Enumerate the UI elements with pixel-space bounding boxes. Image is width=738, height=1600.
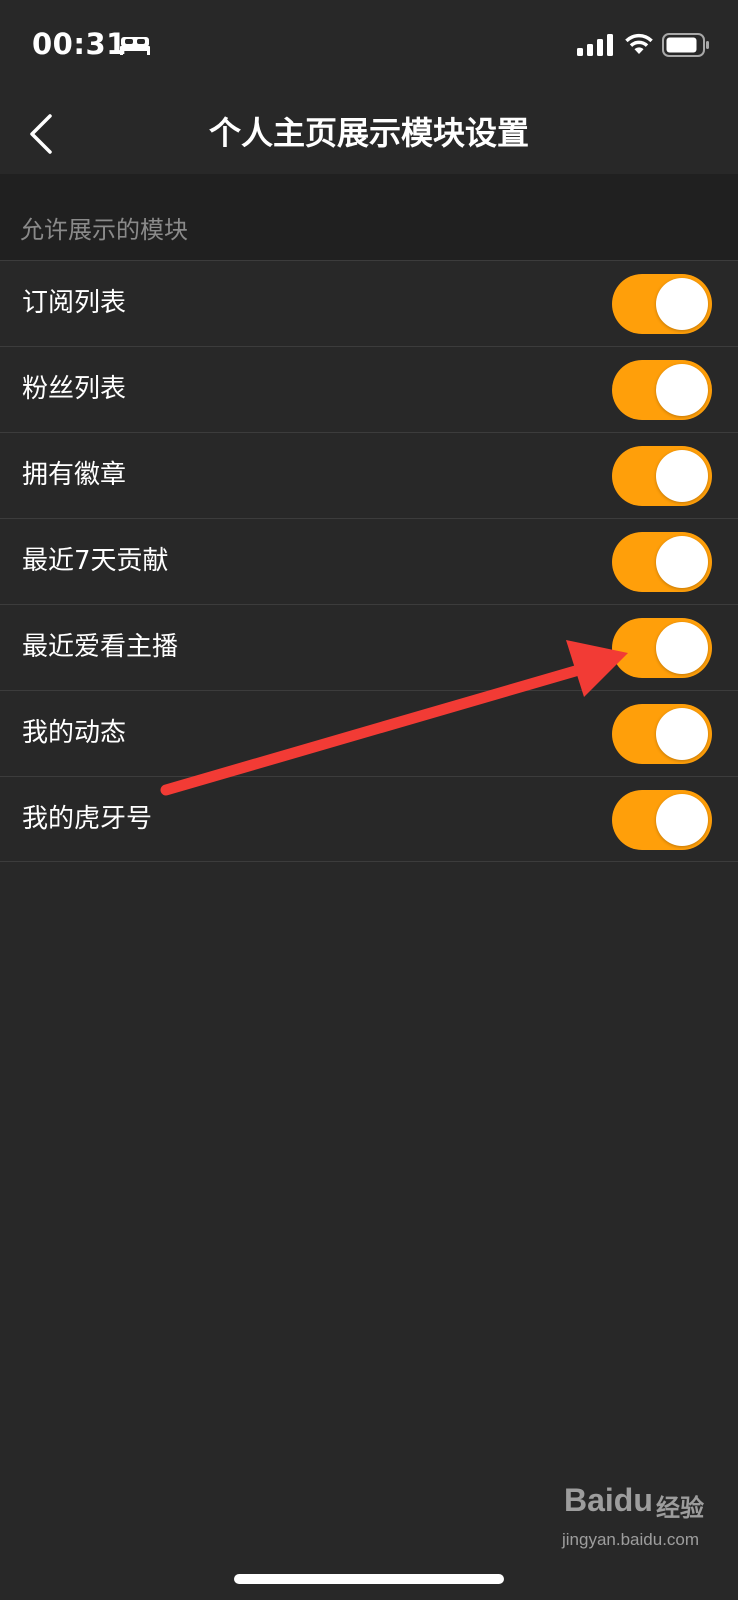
list-item-label: 拥有徽章	[22, 460, 127, 490]
list-item-label: 最近爱看主播	[22, 632, 179, 662]
list-item-subscriptions: 订阅列表	[0, 260, 738, 346]
list-item-label: 我的虎牙号	[22, 804, 153, 834]
bed-icon	[120, 37, 150, 55]
watermark-brand-cn: 经验	[656, 1494, 704, 1522]
status-time: 00:31	[32, 27, 127, 61]
toggle-knob	[656, 622, 708, 674]
home-indicator[interactable]	[234, 1574, 504, 1584]
section-header: 允许展示的模块	[0, 174, 738, 260]
toggle-switch-huya-id[interactable]	[612, 790, 712, 850]
list-item-label: 我的动态	[22, 718, 127, 748]
watermark-brand: Baidu	[564, 1482, 653, 1518]
section-label: 允许展示的模块	[20, 216, 188, 244]
toggle-switch-badges[interactable]	[612, 446, 712, 506]
list-item-favorite-streamers: 最近爱看主播	[0, 604, 738, 690]
list-item-fans: 粉丝列表	[0, 346, 738, 432]
navigation-bar: 个人主页展示模块设置	[0, 92, 738, 174]
toggle-knob	[656, 364, 708, 416]
list-item-7day-contribution: 最近7天贡献	[0, 518, 738, 604]
module-list: 订阅列表 粉丝列表 拥有徽章 最近7天贡献 最近爱看主播 我的动态 我的虎牙号	[0, 260, 738, 862]
wifi-icon	[625, 33, 653, 54]
list-item-label: 粉丝列表	[22, 374, 127, 404]
toggle-knob	[656, 450, 708, 502]
toggle-knob	[656, 708, 708, 760]
toggle-knob	[656, 278, 708, 330]
toggle-knob	[656, 536, 708, 588]
list-item-label: 订阅列表	[22, 288, 127, 318]
status-bar: 00:31	[0, 0, 738, 92]
toggle-knob	[656, 794, 708, 846]
battery-icon	[662, 33, 709, 57]
baidu-jingyan-watermark: Baidu 经验 jingyan.baidu.com	[560, 1480, 730, 1560]
list-item-huya-id: 我的虎牙号	[0, 776, 738, 862]
toggle-switch-subscriptions[interactable]	[612, 274, 712, 334]
toggle-switch-favorite-streamers[interactable]	[612, 618, 712, 678]
toggle-switch-fans[interactable]	[612, 360, 712, 420]
toggle-switch-7day-contribution[interactable]	[612, 532, 712, 592]
cellular-signal-icon	[577, 34, 613, 56]
watermark-url: jingyan.baidu.com	[562, 1530, 700, 1549]
page-title: 个人主页展示模块设置	[208, 114, 529, 152]
list-item-badges: 拥有徽章	[0, 432, 738, 518]
list-item-my-posts: 我的动态	[0, 690, 738, 776]
toggle-switch-my-posts[interactable]	[612, 704, 712, 764]
list-item-label: 最近7天贡献	[22, 546, 169, 576]
